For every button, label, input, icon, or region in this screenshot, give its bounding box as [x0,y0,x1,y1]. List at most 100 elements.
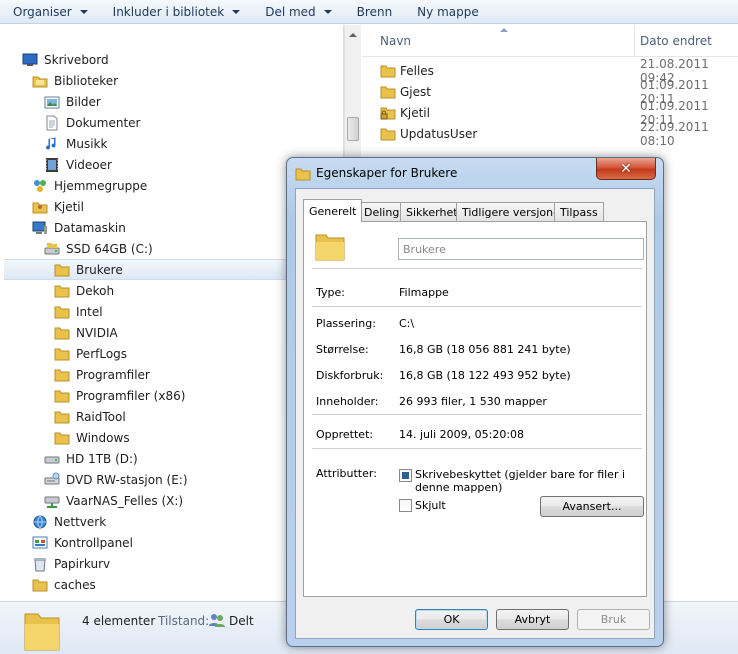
folder-icon [54,430,70,446]
nav-item-dvd-drive[interactable]: DVD RW-stasjon (E:) [44,469,188,490]
nav-item-control-panel[interactable]: Kontrollpanel [32,532,133,553]
nav-item-libraries[interactable]: Biblioteker [32,70,118,91]
command-bar: Organiser Inkluder i bibliotek Del med B… [0,0,738,24]
nav-item-videos[interactable]: Videoer [44,154,112,175]
new-folder-button[interactable]: Ny mappe [404,0,491,24]
folder-name-input[interactable] [398,238,644,260]
disk-usage-value: 16,8 GB (18 122 493 952 byte) [399,369,571,382]
nav-item-folder[interactable]: Intel [54,301,103,322]
tab-general[interactable]: Generelt [303,199,363,222]
network-icon [32,514,48,530]
nav-item-drive-d[interactable]: HD 1TB (D:) [44,448,138,469]
chevron-down-icon [79,9,88,14]
organise-button[interactable]: Organiser [0,0,100,24]
nav-item-music[interactable]: Musikk [44,133,107,154]
folder-icon [54,388,70,404]
pictures-icon [44,94,60,110]
tab-security[interactable]: Sikkerhet [400,202,464,221]
nav-item-desktop[interactable]: Skrivebord [22,49,109,70]
type-value: Filmappe [399,286,449,299]
folder-icon [380,126,396,142]
size-value: 16,8 GB (18 056 881 241 byte) [399,343,571,356]
nav-item-homegroup[interactable]: Hjemmegruppe [32,175,147,196]
scroll-thumb[interactable] [347,117,359,141]
chevron-down-icon [323,9,332,14]
readonly-label: Skrivebeskyttet (gjelder bare for filer … [415,468,626,494]
divider [312,306,642,307]
documents-icon [44,115,60,131]
share-with-button[interactable]: Del med [252,0,343,24]
advanced-button[interactable]: Avansert... [540,496,644,517]
divider [312,414,642,415]
created-label: Opprettet: [316,428,374,441]
hidden-checkbox[interactable] [399,499,412,512]
created-value: 14. juli 2009, 05:20:08 [399,428,525,441]
nav-item-documents[interactable]: Dokumenter [44,112,140,133]
include-in-library-button[interactable]: Inkluder i bibliotek [100,0,253,24]
column-date-header[interactable]: Dato endret [640,34,712,48]
nav-item-user-folder[interactable]: Kjetil [32,196,84,217]
shared-users-icon [208,612,226,631]
folder-icon [54,283,70,299]
column-header: Navn Dato endret [362,25,738,57]
tab-sharing[interactable]: Deling [358,202,406,221]
nav-item-folder[interactable]: PerfLogs [54,343,127,364]
nav-item-recycle-bin[interactable]: Papirkurv [32,553,110,574]
folder-icon [380,63,396,79]
folder-icon [54,325,70,341]
nav-item-folder[interactable]: Windows [54,427,130,448]
close-icon: ✕ [620,160,632,177]
disk-usage-label: Diskforbruk: [316,369,384,382]
nav-item-folder[interactable]: Dekoh [54,280,114,301]
nav-item-folder[interactable]: Programfiler (x86) [54,385,185,406]
homegroup-icon [32,178,48,194]
attributes-label: Attributter: [316,467,377,480]
burn-button[interactable]: Brenn [344,0,405,24]
tab-customize[interactable]: Tilpass [554,202,604,221]
folder-icon [380,84,396,100]
dvd-drive-icon [44,472,60,488]
contains-label: Inneholder: [316,395,379,408]
nav-item-folder[interactable]: caches [32,574,96,595]
nav-item-folder[interactable]: NVIDIA [54,322,118,343]
nav-item-network-drive[interactable]: VaarNAS_Felles (X:) [44,490,183,511]
column-divider[interactable] [634,25,635,57]
nav-item-drive-c[interactable]: SSD 64GB (C:) [44,238,153,259]
status-label: Tilstand: [158,614,210,628]
hard-drive-icon [44,451,60,467]
user-folder-icon [32,199,48,215]
network-drive-icon [44,493,60,509]
computer-icon [32,220,48,236]
recycle-bin-icon [32,556,48,572]
type-label: Type: [316,286,345,299]
nav-item-pictures[interactable]: Bilder [44,91,101,112]
dialog-body: Generelt Deling Sikkerhet Tidligere vers… [295,188,655,639]
desktop-icon [22,52,38,68]
folder-icon [32,577,48,593]
scroll-up-icon[interactable] [349,33,357,37]
folder-icon [54,262,70,278]
nav-item-network[interactable]: Nettverk [32,511,106,532]
nav-item-computer[interactable]: Datamaskin [32,217,126,238]
properties-dialog: Egenskaper for Brukere ✕ Generelt Deling… [286,157,664,647]
nav-item-folder[interactable]: Programfiler [54,364,150,385]
location-label: Plassering: [316,317,376,330]
readonly-checkbox[interactable] [399,469,412,482]
column-name-header[interactable]: Navn [380,34,411,48]
nav-item-folder[interactable]: RaidTool [54,406,126,427]
cancel-button[interactable]: Avbryt [496,609,569,630]
hidden-label: Skjult [415,499,446,512]
contains-value: 26 993 filer, 1 530 mapper [399,395,547,408]
file-row[interactable]: UpdatusUser 22.09.2011 08:10 [362,120,738,148]
folder-icon [54,346,70,362]
library-icon [32,73,48,89]
control-panel-icon [32,535,48,551]
close-button[interactable]: ✕ [596,158,656,180]
drive-icon [44,241,60,257]
ok-button[interactable]: OK [415,609,488,630]
dialog-title: Egenskaper for Brukere [316,166,458,180]
folder-large-icon [314,230,346,265]
apply-button[interactable]: Bruk [577,609,650,630]
folder-icon [54,304,70,320]
status-value: Delt [229,614,254,628]
